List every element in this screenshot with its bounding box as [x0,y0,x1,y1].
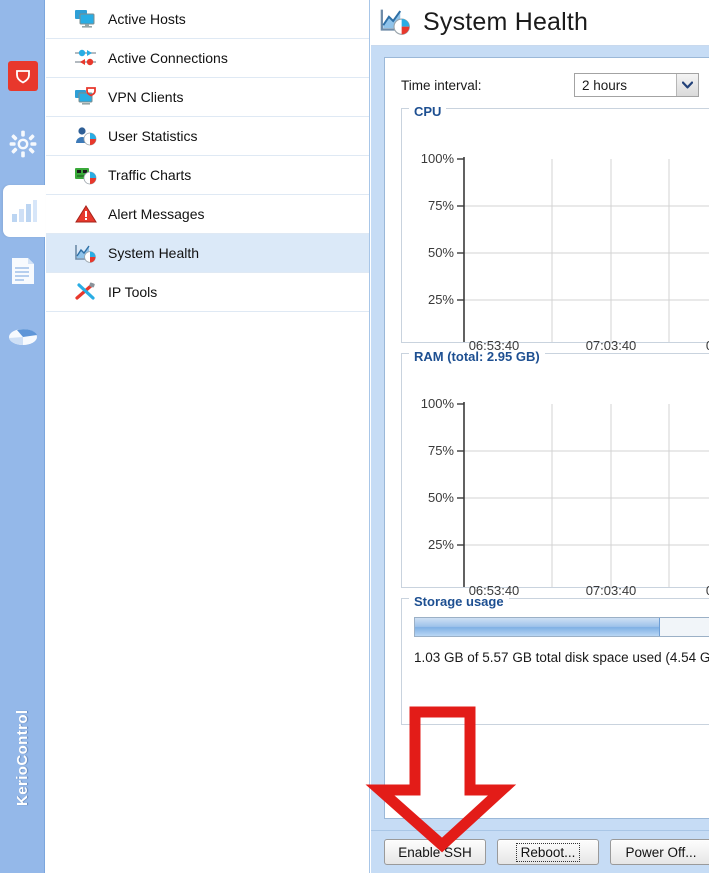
nav-item-vpn-clients[interactable]: VPN Clients [46,78,369,117]
time-interval-select[interactable]: 2 hours [574,73,699,97]
rail-item-status[interactable] [3,185,45,237]
nav-item-user-statistics[interactable]: User Statistics [46,117,369,156]
user-pie-icon [74,125,98,147]
storage-usage-text: 1.03 GB of 5.57 GB total disk space used… [414,650,709,665]
ram-chart: 100% 75% 50% 25% 0% [402,362,709,598]
health-chart-icon [379,6,413,39]
ram-ytick-50: 50% [428,490,454,505]
shield-icon [7,61,38,91]
nav-item-label: Active Connections [108,50,228,66]
nic-pie-icon [74,164,98,186]
gear-icon [9,130,36,158]
ram-group-legend: RAM (total: 2.95 GB) [414,349,540,364]
time-interval-row: Time interval: 2 hours [401,72,709,98]
nav-item-alert-messages[interactable]: Alert Messages [46,195,369,234]
ram-ytick-25: 25% [428,537,454,552]
power-off-button[interactable]: Power Off... [610,839,709,865]
reboot-label: Reboot... [515,842,581,862]
nav-item-label: VPN Clients [108,89,184,105]
rail-item-logs[interactable] [0,245,45,297]
cpu-ytick-100: 100% [421,151,455,166]
nav-item-label: System Health [108,245,200,261]
nav-item-ip-tools[interactable]: IP Tools [46,273,369,312]
content-area: System Health Time interval: 2 hours CPU… [371,0,709,873]
ram-xtick-1: 07:03:40 [586,583,637,598]
reboot-button[interactable]: Reboot... [497,839,599,865]
system-health-card: Time interval: 2 hours CPU 100% 75% 50% … [384,57,709,819]
cpu-group: CPU 100% 75% 50% 25% 06:53:40 07:03:40 [401,104,709,353]
bar-chart-icon [12,200,37,222]
cpu-ytick-0: 0% [435,339,454,342]
rail-item-configuration[interactable] [0,118,45,170]
app-rail: KerioControl [0,0,45,873]
nav-item-label: IP Tools [108,284,158,300]
storage-progress-fill [415,618,661,636]
enable-ssh-button[interactable]: Enable SSH [384,839,486,865]
cpu-xtick-1: 07:03:40 [586,338,637,353]
connections-icon [74,47,98,69]
action-button-bar: Enable SSH Reboot... Power Off... [371,830,709,873]
storage-group: Storage usage 1.03 GB of 5.57 GB total d… [401,594,709,725]
time-interval-value: 2 hours [582,77,628,93]
rail-item-reports[interactable] [0,310,45,362]
rail-item-shield[interactable] [0,50,45,102]
storage-progress-bar [414,617,709,637]
time-interval-label: Time interval: [401,77,482,93]
cpu-ytick-50: 50% [428,245,454,260]
pie-chart-icon [8,329,37,346]
page-body: Time interval: 2 hours CPU 100% 75% 50% … [371,46,709,830]
enable-ssh-label: Enable SSH [398,844,472,860]
ram-ytick-75: 75% [428,443,454,458]
tools-icon [74,281,98,303]
cpu-group-legend: CPU [414,104,442,119]
power-off-label: Power Off... [625,844,697,860]
ram-ytick-0: 0% [435,584,454,587]
monitors-icon [74,8,98,30]
document-icon [11,258,34,284]
cpu-chart: 100% 75% 50% 25% 0% [402,117,709,353]
brand-label: KerioControl [14,709,31,807]
cpu-ytick-75: 75% [428,198,454,213]
nav-item-label: User Statistics [108,128,198,144]
storage-group-legend: Storage usage [414,594,504,609]
health-chart-icon [74,242,98,264]
section-nav-list: Active Hosts Active Connections VPN Clie… [46,0,370,873]
chevron-down-icon[interactable] [676,74,698,96]
page-header: System Health [371,0,709,46]
vpn-monitor-icon [74,86,98,108]
alert-triangle-icon [74,203,98,225]
nav-item-label: Traffic Charts [108,167,192,183]
nav-item-active-hosts[interactable]: Active Hosts [46,0,369,39]
nav-item-traffic-charts[interactable]: Traffic Charts [46,156,369,195]
nav-item-label: Alert Messages [108,206,205,222]
ram-group: RAM (total: 2.95 GB) 100% 75% 50% 25% 06… [401,349,709,598]
nav-item-active-connections[interactable]: Active Connections [46,39,369,78]
ram-ytick-100: 100% [421,396,455,411]
cpu-ytick-25: 25% [428,292,454,307]
page-title: System Health [423,8,589,36]
nav-item-label: Active Hosts [108,11,186,27]
app-window: KerioControl Active Hosts Active Connect… [0,0,709,873]
nav-item-system-health[interactable]: System Health [46,234,369,273]
